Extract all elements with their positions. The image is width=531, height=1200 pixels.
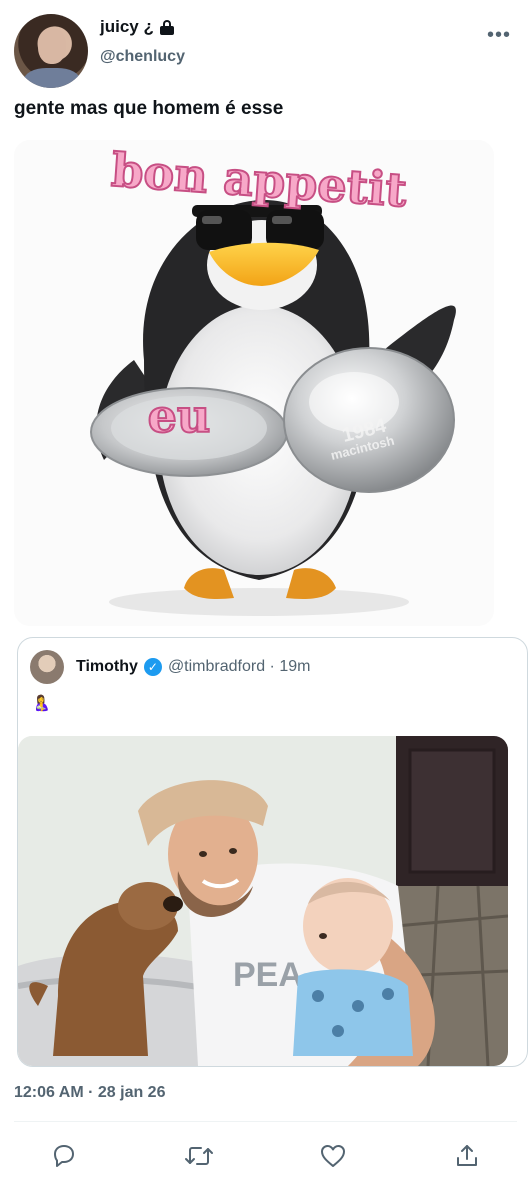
tweet-actions-bar [0,1138,531,1178]
author-handle[interactable]: @chenlucy [100,48,185,66]
quoted-author-handle: @timbradford · 19m [167,658,311,675]
reply-icon [54,1145,74,1167]
tweet-header: juicy ¿ @chenlucy ••• [0,0,531,95]
meme-caption-plate: eu [148,389,211,443]
quoted-tweet-photo[interactable]: PEA [18,736,508,1066]
retweet-button[interactable] [181,1138,217,1174]
verified-icon: ✓ [143,658,162,676]
retweet-icon [185,1147,213,1165]
author-display-name[interactable]: juicy ¿ [100,17,154,37]
tweet-text: gente mas que homem é esse [14,98,284,119]
quoted-tweet[interactable]: Timothy ✓ @timbradford · 19m 🤱 PEA [17,637,528,1067]
quoted-author-avatar [30,650,64,684]
tweet-timestamp[interactable]: 12:06 AM · 28 jan 26 [14,1084,165,1102]
actions-divider [14,1121,517,1122]
quoted-tweet-text: 🤱 [32,695,51,712]
like-button[interactable] [315,1138,351,1174]
avatar-shirt [24,68,80,88]
quoted-author-name: Timothy [76,658,138,675]
share-button[interactable] [449,1138,485,1174]
reply-button[interactable] [46,1138,82,1174]
more-icon[interactable]: ••• [487,25,511,45]
quoted-tweet-header: Timothy ✓ @timbradford · 19m [30,650,310,684]
author-avatar[interactable] [14,14,88,88]
penguin-meme: 1984 macintosh bon appetit eu [14,140,494,626]
man-dog-baby-photo: PEA [18,736,508,1066]
tweet-media-image[interactable]: 1984 macintosh bon appetit eu [14,140,494,626]
avatar-face [38,28,66,64]
photo-shirt-text: PEA [233,956,303,994]
share-icon [457,1145,477,1166]
lock-icon [159,19,174,35]
author-name-row[interactable]: juicy ¿ [100,17,174,37]
like-icon [321,1145,345,1167]
